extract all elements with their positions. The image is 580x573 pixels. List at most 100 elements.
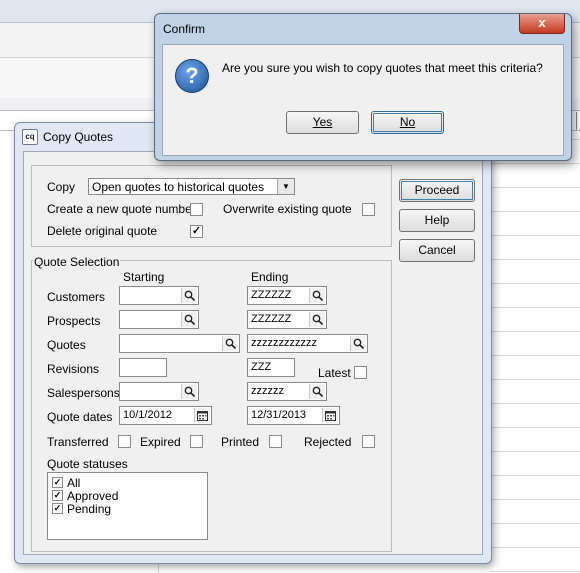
- help-button[interactable]: Help: [399, 209, 475, 232]
- copy-quotes-title: Copy Quotes: [43, 130, 114, 144]
- delete-original-label: Delete original quote: [47, 224, 158, 238]
- search-icon[interactable]: [309, 384, 325, 399]
- create-new-quote-checkbox[interactable]: [190, 203, 203, 216]
- copy-quotes-app-icon: cq: [22, 129, 38, 145]
- chevron-down-icon[interactable]: ▼: [277, 179, 294, 194]
- overwrite-quote-checkbox[interactable]: [362, 203, 375, 216]
- salespersons-start-field[interactable]: [119, 382, 199, 401]
- copy-type-select[interactable]: Open quotes to historical quotes ▼: [88, 178, 295, 195]
- bg-grid-line: [490, 403, 580, 404]
- salespersons-end-field[interactable]: zzzzzz: [247, 382, 327, 401]
- quote-dates-label: Quote dates: [47, 410, 113, 424]
- search-icon[interactable]: [350, 336, 366, 351]
- quote-date-start-value: 10/1/2012: [123, 409, 172, 421]
- prospects-end-value: ZZZZZZ: [251, 313, 292, 325]
- no-button[interactable]: No: [371, 111, 444, 134]
- printed-checkbox[interactable]: [269, 435, 282, 448]
- customers-end-field[interactable]: ZZZZZZ: [247, 286, 327, 305]
- prospects-end-field[interactable]: ZZZZZZ: [247, 310, 327, 329]
- quote-date-end-field[interactable]: 12/31/2013: [247, 406, 340, 425]
- latest-label: Latest: [318, 366, 351, 380]
- status-label: Pending: [67, 501, 112, 516]
- bg-grid-line: [490, 451, 580, 452]
- prospects-start-field[interactable]: [119, 310, 199, 329]
- bg-grid-line: [490, 547, 580, 548]
- expired-label: Expired: [140, 435, 181, 449]
- close-icon[interactable]: x: [519, 14, 565, 34]
- salespersons-end-value: zzzzzz: [251, 385, 284, 397]
- bg-grid-line: [490, 259, 580, 260]
- bg-grid-line: [490, 163, 580, 164]
- bg-grid-line: [490, 475, 580, 476]
- bg-grid-line: [490, 283, 580, 284]
- customers-label: Customers: [47, 290, 106, 304]
- search-icon[interactable]: [181, 288, 197, 303]
- confirm-dialog: Confirm x ? Are you sure you wish to cop…: [154, 13, 572, 161]
- quotes-label: Quotes: [47, 338, 86, 352]
- salespersons-label: Salespersons: [47, 386, 120, 400]
- search-icon[interactable]: [222, 336, 238, 351]
- quote-statuses-label: Quote statuses: [47, 457, 128, 471]
- revisions-label: Revisions: [47, 362, 100, 376]
- latest-checkbox[interactable]: [354, 366, 367, 379]
- quote-selection-group: Quote Selection Starting Ending Customer…: [31, 255, 392, 552]
- expired-checkbox[interactable]: [190, 435, 203, 448]
- status-checkbox[interactable]: ✓: [52, 503, 63, 515]
- yes-button[interactable]: Yes: [286, 111, 359, 134]
- calendar-icon[interactable]: [322, 408, 338, 423]
- status-checkbox[interactable]: ✓: [52, 490, 63, 502]
- help-label: Help: [424, 213, 450, 227]
- delete-original-checkbox[interactable]: ✓: [190, 225, 203, 238]
- quotes-start-field[interactable]: [119, 334, 240, 353]
- quote-date-end-value: 12/31/2013: [251, 409, 307, 421]
- calendar-icon[interactable]: [194, 408, 210, 423]
- printed-label: Printed: [221, 435, 260, 449]
- bg-grid-line: [490, 187, 580, 188]
- cancel-label: Cancel: [418, 243, 456, 257]
- quotes-end-field[interactable]: zzzzzzzzzzzz: [247, 334, 368, 353]
- quote-statuses-list[interactable]: ✓ All ✓ Approved ✓ Pending: [47, 472, 208, 540]
- ending-header: Ending: [251, 270, 289, 284]
- copy-quotes-window: cq Copy Quotes Copy Open quotes to histo…: [14, 122, 492, 564]
- list-item[interactable]: ✓ All: [52, 475, 80, 490]
- list-item[interactable]: ✓ Approved: [52, 488, 118, 503]
- bg-grid-line: [490, 355, 580, 356]
- revisions-start-field[interactable]: [119, 358, 167, 377]
- quotes-end-value: zzzzzzzzzzzz: [251, 337, 317, 349]
- transferred-checkbox[interactable]: [118, 435, 131, 448]
- copy-type-value: Open quotes to historical quotes: [92, 180, 265, 194]
- quote-date-start-field[interactable]: 10/1/2012: [119, 406, 212, 425]
- copy-options-group: Copy Open quotes to historical quotes ▼ …: [31, 165, 392, 247]
- cancel-button[interactable]: Cancel: [399, 239, 475, 262]
- prospects-label: Prospects: [47, 314, 101, 328]
- status-checkbox[interactable]: ✓: [52, 477, 63, 489]
- revisions-end-field[interactable]: ZZZ: [247, 358, 295, 377]
- bg-grid-line: [490, 499, 580, 500]
- customers-start-field[interactable]: [119, 286, 199, 305]
- quote-selection-legend: Quote Selection: [33, 255, 121, 269]
- search-icon[interactable]: [309, 312, 325, 327]
- no-label: No: [399, 115, 416, 129]
- search-icon[interactable]: [309, 288, 325, 303]
- bg-grid-line: [490, 307, 580, 308]
- search-icon[interactable]: [181, 312, 197, 327]
- create-new-quote-label: Create a new quote number: [47, 202, 196, 216]
- customers-end-value: ZZZZZZ: [251, 289, 292, 301]
- overwrite-quote-label: Overwrite existing quote: [223, 202, 352, 216]
- yes-label: Yes: [312, 115, 333, 129]
- question-icon: ?: [175, 59, 209, 93]
- transferred-label: Transferred: [47, 435, 109, 449]
- copy-label: Copy: [47, 180, 76, 194]
- rejected-checkbox[interactable]: [362, 435, 375, 448]
- rejected-label: Rejected: [304, 435, 352, 449]
- proceed-label: Proceed: [414, 183, 460, 197]
- search-icon[interactable]: [181, 384, 197, 399]
- bg-grid-line: [490, 235, 580, 236]
- bg-grid-line: [490, 379, 580, 380]
- confirm-message: Are you sure you wish to copy quotes tha…: [222, 61, 543, 75]
- list-item[interactable]: ✓ Pending: [52, 501, 112, 516]
- bg-grid-line: [490, 211, 580, 212]
- proceed-button[interactable]: Proceed: [399, 179, 475, 202]
- bg-grid-line: [490, 523, 580, 524]
- confirm-body: ? Are you sure you wish to copy quotes t…: [162, 44, 564, 156]
